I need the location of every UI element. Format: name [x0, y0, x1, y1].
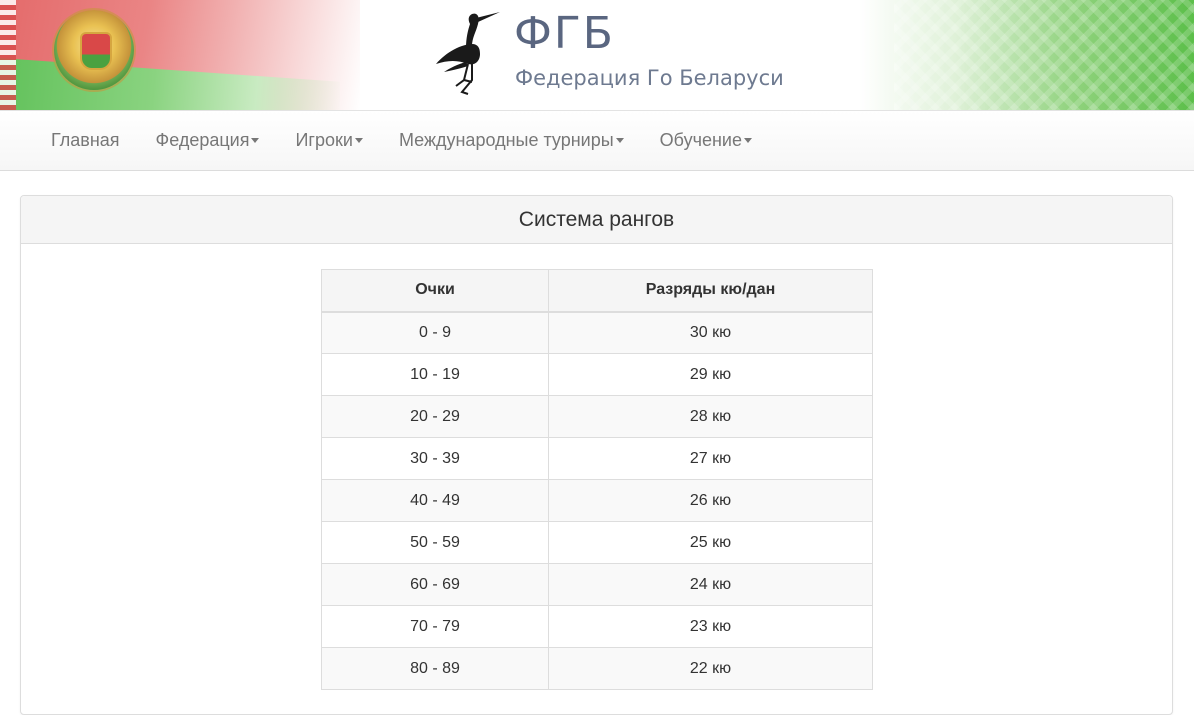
points-cell: 0 - 9: [321, 311, 549, 354]
rank-cell: 22 кю: [548, 647, 873, 690]
panel-title: Система рангов: [21, 196, 1172, 244]
rank-table: Очки Разряды кю/дан 0 - 9 30 кю 10 - 19 …: [321, 269, 873, 690]
rank-cell: 29 кю: [548, 353, 873, 396]
main-navbar: Главная Федерация Игроки Международные т…: [0, 110, 1194, 171]
table-row: 0 - 9 30 кю: [321, 311, 873, 354]
table-header-row: Очки Разряды кю/дан: [321, 269, 873, 313]
ornament-left: [0, 0, 16, 110]
coat-of-arms-icon: [54, 10, 134, 90]
table-row: 40 - 49 26 кю: [321, 479, 873, 522]
rank-cell: 30 кю: [548, 311, 873, 354]
points-cell: 10 - 19: [321, 353, 549, 396]
points-cell: 40 - 49: [321, 479, 549, 522]
rank-cell: 27 кю: [548, 437, 873, 480]
nav-item-label: Обучение: [659, 130, 742, 150]
rank-cell: 26 кю: [548, 479, 873, 522]
caret-down-icon: [743, 138, 752, 143]
nav-item-label: Игроки: [295, 130, 353, 150]
logo-abbreviation: ФГБ: [514, 8, 615, 59]
nav-item-label: Главная: [51, 130, 120, 150]
nav-item-players[interactable]: Игроки: [277, 130, 380, 151]
stork-icon: [436, 12, 500, 95]
nav-item-label: Федерация: [155, 130, 250, 150]
table-row: 30 - 39 27 кю: [321, 437, 873, 480]
points-cell: 30 - 39: [321, 437, 549, 480]
points-cell: 80 - 89: [321, 647, 549, 690]
column-header-rank: Разряды кю/дан: [548, 269, 873, 313]
points-cell: 60 - 69: [321, 563, 549, 606]
caret-down-icon: [615, 138, 624, 143]
points-cell: 20 - 29: [321, 395, 549, 438]
nav-item-international-tournaments[interactable]: Международные турниры: [381, 130, 642, 151]
table-row: 80 - 89 22 кю: [321, 647, 873, 690]
nav-item-home[interactable]: Главная: [33, 130, 138, 151]
ornament-right: [894, 0, 1194, 110]
table-row: 10 - 19 29 кю: [321, 353, 873, 396]
table-row: 50 - 59 25 кю: [321, 521, 873, 564]
site-logo[interactable]: ФГБ Федерация Го Беларуси: [432, 6, 784, 102]
points-cell: 70 - 79: [321, 605, 549, 648]
table-row: 70 - 79 23 кю: [321, 605, 873, 648]
caret-down-icon: [354, 138, 363, 143]
rank-cell: 23 кю: [548, 605, 873, 648]
rank-cell: 24 кю: [548, 563, 873, 606]
nav-item-federation[interactable]: Федерация: [138, 130, 278, 151]
rank-cell: 28 кю: [548, 395, 873, 438]
caret-down-icon: [251, 138, 260, 143]
points-cell: 50 - 59: [321, 521, 549, 564]
logo-full-name: Федерация Го Беларуси: [515, 66, 784, 90]
table-row: 60 - 69 24 кю: [321, 563, 873, 606]
nav-item-label: Международные турниры: [398, 130, 614, 150]
rank-system-panel: Система рангов Очки Разряды кю/дан 0 - 9…: [20, 195, 1173, 715]
rank-cell: 25 кю: [548, 521, 873, 564]
nav-item-education[interactable]: Обучение: [642, 130, 770, 151]
table-row: 20 - 29 28 кю: [321, 395, 873, 438]
column-header-points: Очки: [321, 269, 549, 313]
header-banner: ФГБ Федерация Го Беларуси: [0, 0, 1194, 110]
